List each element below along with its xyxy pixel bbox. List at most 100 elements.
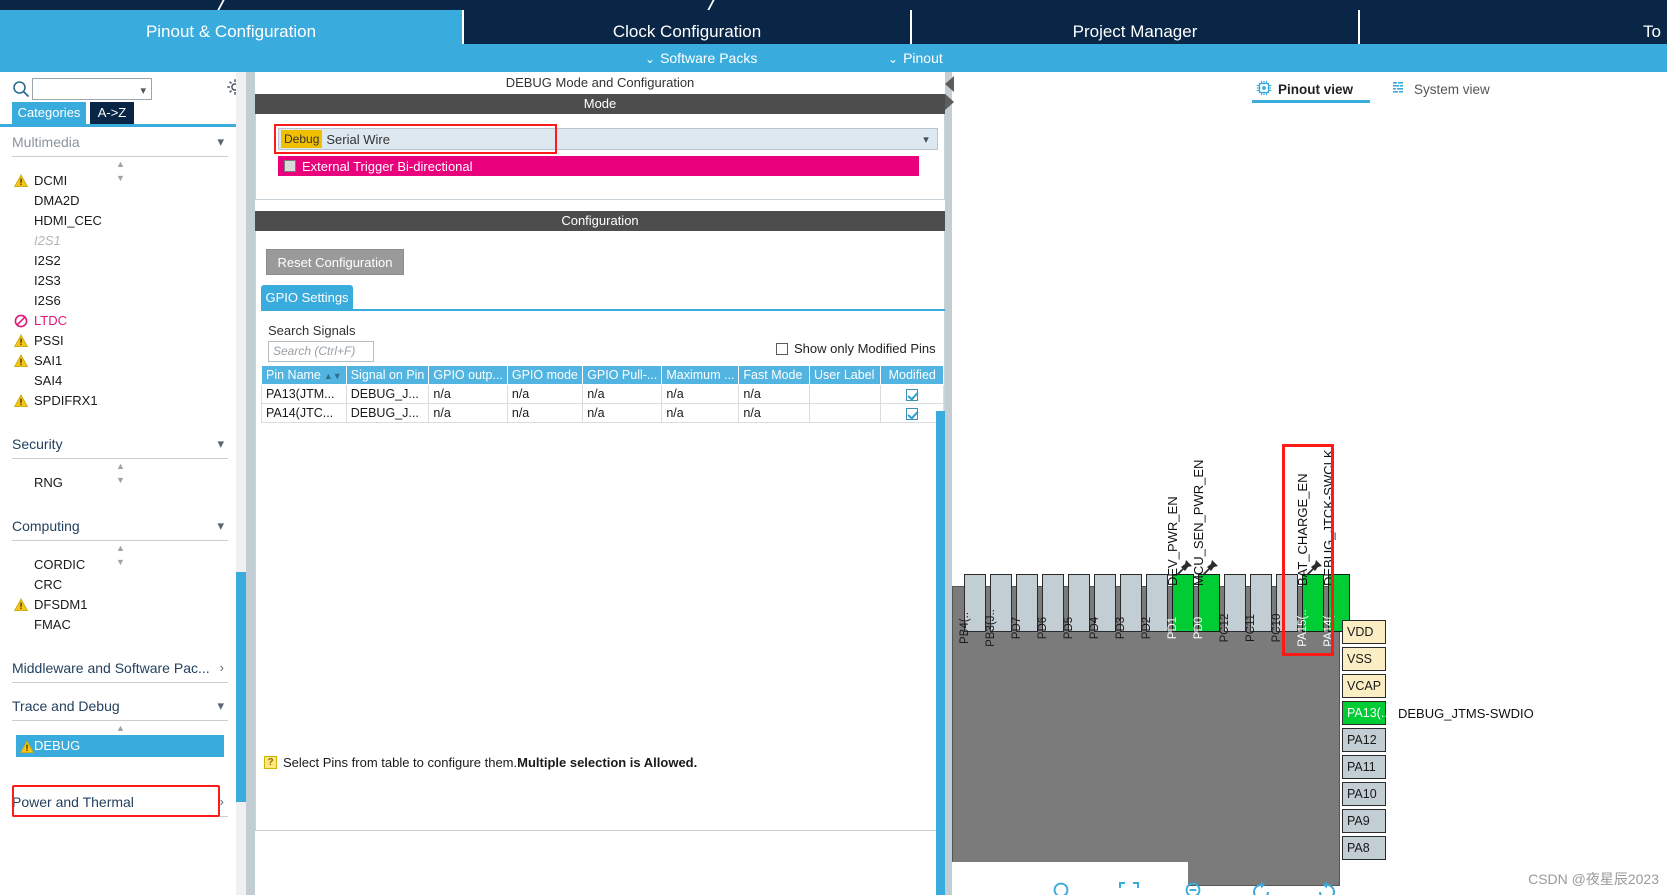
scroll-spinner[interactable]: ▲▼ [0,459,240,473]
tab-system-view[interactable]: System view [1392,76,1490,102]
external-trigger-row[interactable]: External Trigger Bi-directional [278,156,919,176]
ip-item-dfsdm1[interactable]: DFSDM1 [0,595,240,615]
mode-section-body: Debug Serial Wire ▾ External Trigger Bi-… [255,114,945,200]
table-row[interactable]: PA13(JTM... DEBUG_J... n/a n/a n/a n/a n… [262,385,944,404]
chip-pin-pa10[interactable]: PA10 [1342,782,1386,806]
category-header-security[interactable]: Security ▾ [12,429,228,459]
category-label: Computing [12,518,80,534]
chip-pin-pa8[interactable]: PA8 [1342,836,1386,860]
sidebar-scrollbar-thumb[interactable] [236,572,246,802]
column-modified[interactable]: Modified [881,366,944,385]
scroll-spinner[interactable]: ▲▼ [0,541,240,555]
ip-search-input[interactable]: ▾ [32,78,152,100]
ip-item-debug[interactable]: DEBUG [16,735,224,757]
watermark: CSDN @夜星辰2023 [1528,869,1659,889]
chip-pin-vcap[interactable]: VCAP [1342,674,1386,698]
tab-categories[interactable]: Categories [12,102,86,124]
software-packs-menu[interactable]: ⌄Software Packs [645,44,757,72]
zoom-in-icon[interactable] [1052,881,1074,895]
cell-signal-on-pin: DEBUG_J... [346,404,429,423]
ip-item-sai1[interactable]: SAI1 [0,351,240,371]
ip-item-ltdc[interactable]: LTDC [0,311,240,331]
panel-divider-left[interactable] [246,72,255,895]
pinout-view-label: Pinout view [1278,82,1353,97]
chip-pin-pa9[interactable]: PA9 [1342,809,1386,833]
ip-item-i2s3[interactable]: I2S3 [0,271,240,291]
ip-item-i2s1[interactable]: I2S1 [0,231,240,251]
chip-diagram[interactable]: PB4(.. PB3(J.. PD7 PD6 PD5 PD4 PD3 PD2 P… [952,106,1667,895]
search-signals-input[interactable]: Search (Ctrl+F) [268,341,374,362]
external-trigger-label: External Trigger Bi-directional [302,159,473,174]
debug-mode-row[interactable]: Debug Serial Wire ▾ [278,128,938,150]
category-header-multimedia[interactable]: Multimedia ▾ [12,127,228,157]
rotate-icon[interactable] [1250,881,1272,895]
flip-icon[interactable] [1316,881,1338,895]
reset-configuration-button[interactable]: Reset Configuration [266,249,404,275]
column-user-label[interactable]: User Label [809,366,881,385]
ip-label: I2S3 [34,273,61,288]
ip-item-spdifrx1[interactable]: SPDIFRX1 [0,391,240,411]
category-header-middleware[interactable]: Middleware and Software Pac... › [12,653,228,683]
category-label: Multimedia [12,134,80,150]
tab-pinout-view[interactable]: Pinout view [1256,76,1353,102]
ip-item-pssi[interactable]: PSSI [0,331,240,351]
ip-tree-panel: ▾ Categories A->Z [0,72,248,895]
gpio-pin-table[interactable]: Pin Name▲▼ Signal on Pin GPIO outp... GP… [261,365,944,423]
ip-item-fmac[interactable]: FMAC [0,615,240,635]
pin-label: PD4 [1085,617,1105,639]
chip-pin-pa11[interactable]: PA11 [1342,755,1386,779]
pin-label: PA9 [1347,814,1370,828]
pin-label: PA12 [1347,733,1377,747]
pin-label: VDD [1347,625,1373,639]
fit-icon[interactable] [1118,881,1140,895]
chip-pin-pa12[interactable]: PA12 [1342,728,1386,752]
modified-checkbox[interactable] [906,389,918,401]
ip-item-dcmi[interactable]: DCMI [0,171,240,191]
category-header-power-and-thermal[interactable]: Power and Thermal › [12,787,228,817]
scroll-spinner[interactable]: ▲▼ [0,721,240,735]
column-pin-name[interactable]: Pin Name▲▼ [262,366,347,385]
tab-a-to-z[interactable]: A->Z [90,102,134,124]
ip-label: DFSDM1 [34,597,87,612]
cell-gpio-mode: n/a [507,385,582,404]
chip-pin-pa13[interactable]: PA13(.. [1342,701,1386,725]
cell-modified[interactable] [881,404,944,423]
cell-modified[interactable] [881,385,944,404]
ip-item-dma2d[interactable]: DMA2D [0,191,240,211]
ip-item-i2s2[interactable]: I2S2 [0,251,240,271]
column-fast-mode[interactable]: Fast Mode [739,366,810,385]
external-trigger-checkbox[interactable] [284,160,296,172]
chip-pin-vss[interactable]: VSS [1342,647,1386,671]
category-header-computing[interactable]: Computing ▾ [12,511,228,541]
sidebar-scrollbar[interactable] [236,72,246,895]
ip-item-i2s6[interactable]: I2S6 [0,291,240,311]
category-header-trace-and-debug[interactable]: Trace and Debug ▾ [12,691,228,721]
column-gpio-pull[interactable]: GPIO Pull-... [583,366,662,385]
column-gpio-mode[interactable]: GPIO mode [507,366,582,385]
ip-item-sai4[interactable]: SAI4 [0,371,240,391]
modified-checkbox[interactable] [906,408,918,420]
pinout-menu[interactable]: ⌄Pinout [888,44,943,72]
pin-label: VSS [1347,652,1372,666]
search-icon [12,80,30,98]
zoom-out-icon[interactable] [1184,881,1206,895]
show-only-modified-row[interactable]: Show only Modified Pins [776,341,936,356]
table-row[interactable]: PA14(JTC... DEBUG_J... n/a n/a n/a n/a n… [262,404,944,423]
panel-divider-right[interactable] [945,72,952,895]
chip-pin-vdd[interactable]: VDD [1342,620,1386,644]
sort-arrow-icon: ▲▼ [324,371,342,381]
ip-item-crc[interactable]: CRC [0,575,240,595]
scroll-spinner[interactable]: ▲▼ [0,157,240,171]
ip-item-rng[interactable]: RNG [0,473,240,493]
show-only-modified-checkbox[interactable] [776,343,788,355]
column-signal-on-pin[interactable]: Signal on Pin [346,366,429,385]
mode-section-header: Mode [255,94,945,114]
column-maximum[interactable]: Maximum ... [662,366,739,385]
pin-label: PB4(.. [955,612,975,644]
ip-category-list[interactable]: Multimedia ▾ ▲▼ DCMI DMA2D HDMI_CEC I2S1… [0,127,240,895]
tab-gpio-settings[interactable]: GPIO Settings [261,285,353,309]
column-gpio-output[interactable]: GPIO outp... [429,366,507,385]
chevron-down-icon[interactable]: ▾ [915,133,937,146]
ip-item-cordic[interactable]: CORDIC [0,555,240,575]
ip-item-hdmi-cec[interactable]: HDMI_CEC [0,211,240,231]
